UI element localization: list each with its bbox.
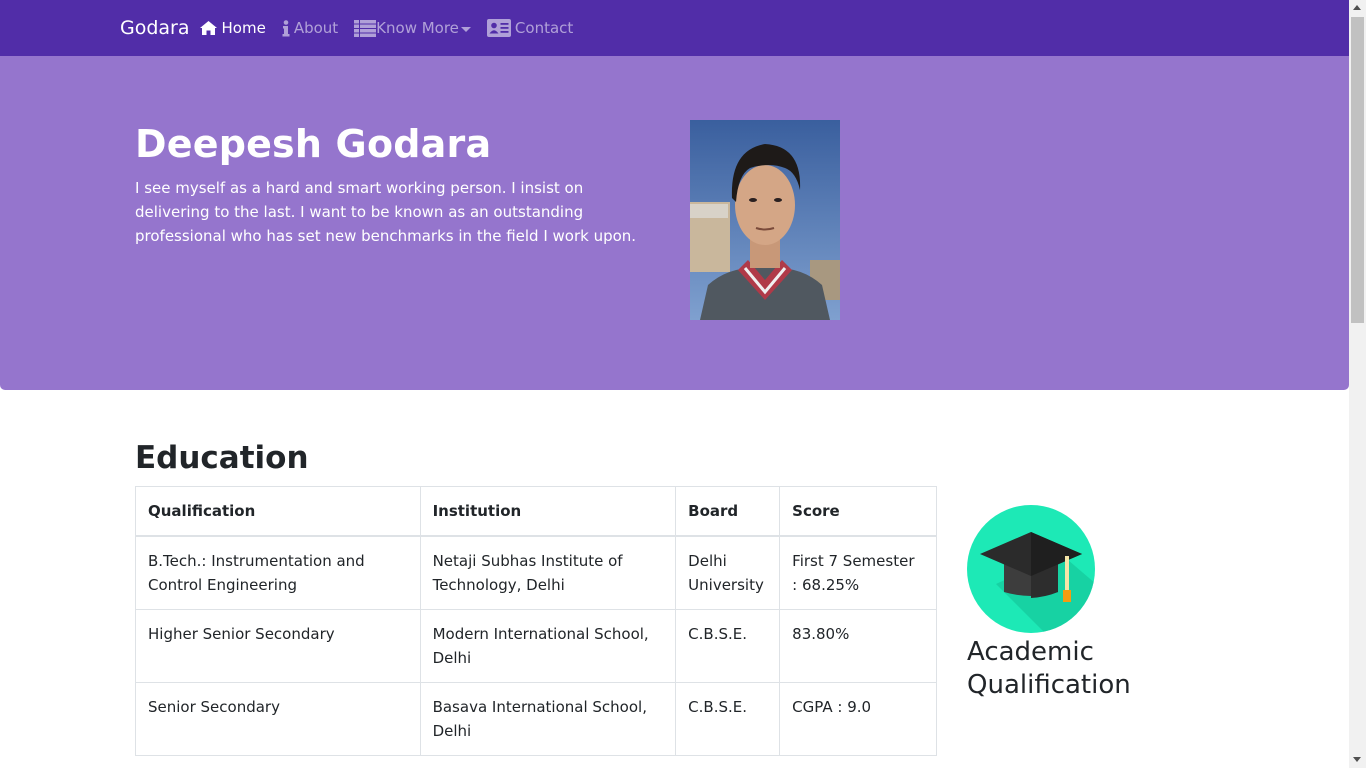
graduation-cap-icon xyxy=(966,504,1096,634)
hero-section: Deepesh Godara I see myself as a hard an… xyxy=(0,56,1349,390)
table-row: Higher Senior Secondary Modern Internati… xyxy=(135,609,937,683)
table-cell: Delhi University xyxy=(675,535,781,610)
table-cell: Higher Senior Secondary xyxy=(135,609,421,683)
scroll-thumb[interactable] xyxy=(1351,17,1364,323)
list-icon xyxy=(354,19,377,37)
table-cell: First 7 Semester : 68.25% xyxy=(779,535,937,610)
table-header: Board xyxy=(675,486,781,537)
info-icon xyxy=(282,19,290,36)
nav-home-label: Home xyxy=(221,19,266,37)
table-header: Qualification xyxy=(135,486,421,537)
nav-contact[interactable]: Contact xyxy=(486,19,574,37)
table-row: B.Tech.: Instrumentation and Control Eng… xyxy=(135,535,937,610)
table-row: Senior Secondary Basava International Sc… xyxy=(135,682,937,756)
navbar: Godara Home About Know More Contact xyxy=(0,0,1349,56)
nav-home[interactable]: Home xyxy=(199,19,266,37)
hero-name: Deepesh Godara xyxy=(135,122,492,166)
scroll-up-arrow-icon[interactable] xyxy=(1353,5,1361,10)
nav-about-label: About xyxy=(293,19,339,37)
academic-qualification-title: Academic Qualification xyxy=(967,637,1131,700)
table-cell: Modern International School, Delhi xyxy=(419,609,677,683)
home-icon xyxy=(199,21,217,35)
education-title: Education xyxy=(135,440,309,476)
navbar-brand[interactable]: Godara xyxy=(120,17,190,39)
address-card-icon xyxy=(486,19,511,37)
table-cell: B.Tech.: Instrumentation and Control Eng… xyxy=(135,535,421,610)
vertical-scrollbar[interactable] xyxy=(1349,0,1366,768)
table-header-row: Qualification Institution Board Score xyxy=(135,486,937,537)
caret-down-icon xyxy=(460,26,471,32)
nav-contact-label: Contact xyxy=(514,19,574,37)
table-cell: Basava International School, Delhi xyxy=(419,682,677,756)
table-cell: 83.80% xyxy=(779,609,937,683)
table-cell: CGPA : 9.0 xyxy=(779,682,937,756)
profile-photo xyxy=(690,120,840,320)
table-cell: Senior Secondary xyxy=(135,682,421,756)
hero-description: I see myself as a hard and smart working… xyxy=(135,179,637,245)
table-cell: C.B.S.E. xyxy=(675,609,781,683)
scroll-down-arrow-icon[interactable] xyxy=(1353,757,1361,762)
table-cell: Netaji Subhas Institute of Technology, D… xyxy=(419,535,677,610)
table-header: Institution xyxy=(419,486,677,537)
nav-know-more-dropdown[interactable]: Know More xyxy=(354,19,471,37)
education-table: Qualification Institution Board Score B.… xyxy=(135,486,937,756)
nav-about[interactable]: About xyxy=(282,19,338,37)
nav-know-more-label: Know More xyxy=(376,19,459,37)
table-header: Score xyxy=(779,486,937,537)
table-cell: C.B.S.E. xyxy=(675,682,781,756)
